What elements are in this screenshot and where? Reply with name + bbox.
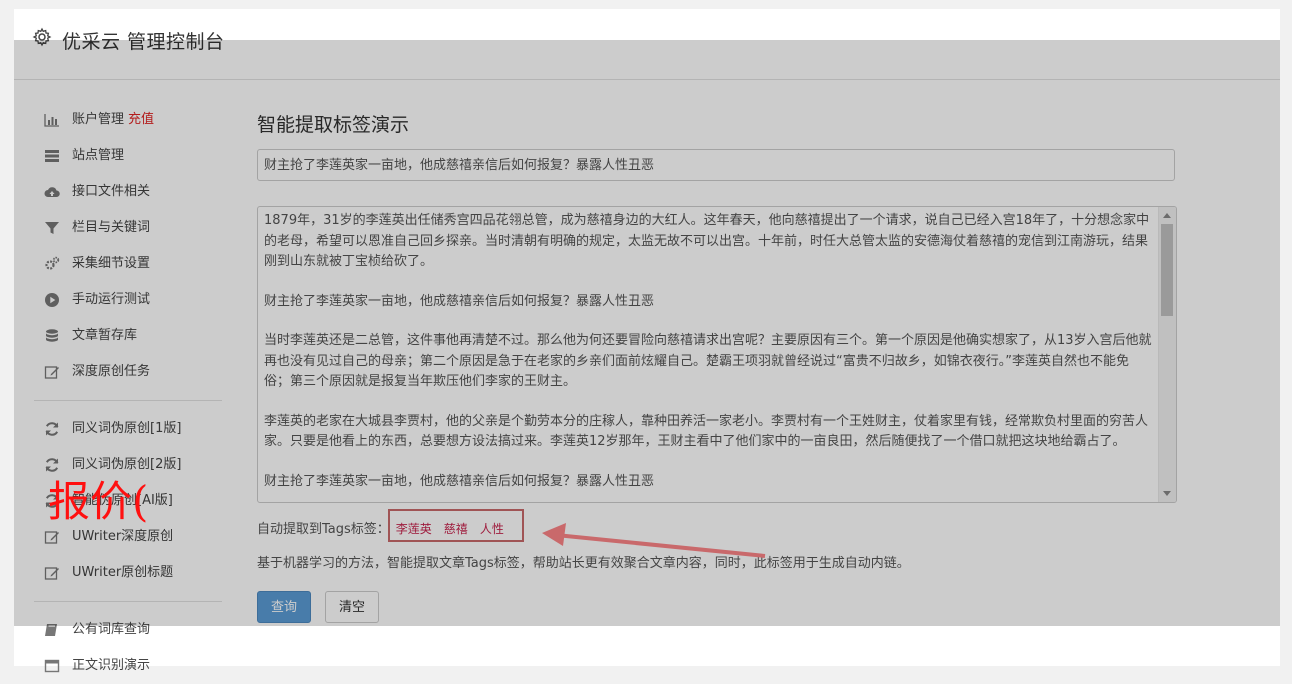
query-button[interactable]: 查询 xyxy=(257,591,311,623)
scroll-down-arrow-icon[interactable] xyxy=(1163,491,1171,496)
sidebar-item-synonym-v1[interactable]: 同义词伪原创[1版] xyxy=(34,411,224,447)
sidebar-item-label: 同义词伪原创[2版] xyxy=(72,457,182,472)
sidebar-item-label: 站点管理 xyxy=(72,148,125,163)
sidebar-item-label: 账户管理 xyxy=(72,112,125,127)
sidebar-item-manual-test[interactable]: 手动运行测试 xyxy=(34,282,224,318)
sidebar-item-label: UWriter深度原创 xyxy=(72,529,174,544)
content-scrollbar[interactable] xyxy=(1158,207,1176,502)
sidebar-item-collection-settings[interactable]: 采集细节设置 xyxy=(34,246,224,282)
tags-label: 自动提取到Tags标签： xyxy=(257,522,390,537)
sidebar: 账户管理 充值 站点管理 接口文件相关 栏目与关键词 采集细节设置 手动运行测试 … xyxy=(34,102,224,684)
sidebar-item-sites[interactable]: 站点管理 xyxy=(34,138,224,174)
article-content-textarea[interactable]: 1879年，31岁的李莲英出任储秀宫四品花翎总管，成为慈禧身边的大红人。这年春天… xyxy=(257,206,1177,503)
sidebar-item-label: 文章暂存库 xyxy=(72,328,138,343)
sidebar-divider xyxy=(34,601,222,602)
content-paragraph: 李莲英的老家在大城县李贾村，他的父亲是个勤劳本分的庄稼人，靠种田养活一家老小。李… xyxy=(264,413,1149,450)
page-title: 智能提取标签演示 xyxy=(257,114,410,136)
database-icon xyxy=(46,329,58,342)
edit-icon xyxy=(44,567,59,580)
sidebar-item-label: 采集细节设置 xyxy=(72,256,151,271)
scroll-thumb[interactable] xyxy=(1161,224,1173,316)
sidebar-item-text-recognition[interactable]: 正文识别演示 xyxy=(34,648,224,684)
article-content-text: 1879年，31岁的李莲英出任储秀宫四品花翎总管，成为慈禧身边的大红人。这年春天… xyxy=(264,211,1154,502)
sidebar-item-columns-keywords[interactable]: 栏目与关键词 xyxy=(34,210,224,246)
refresh-icon xyxy=(45,422,59,436)
sidebar-item-label: 深度原创任务 xyxy=(72,364,151,379)
content-paragraph: 1879年，31岁的李莲英出任储秀宫四品花翎总管，成为慈禧身边的大红人。这年春天… xyxy=(264,213,1150,269)
sidebar-item-label: 手动运行测试 xyxy=(72,292,151,307)
sidebar-item-deep-original[interactable]: 深度原创任务 xyxy=(34,354,224,390)
tags-description: 基于机器学习的方法，智能提取文章Tags标签，帮助站长更有效聚合文章内容，同时，… xyxy=(257,556,910,571)
cloud-upload-icon xyxy=(44,187,60,197)
gear-icon xyxy=(32,27,52,47)
console-page: 优采云 管理控制台 账户管理 充值 站点管理 接口文件相关 栏目与关键词 采集细节… xyxy=(14,9,1280,673)
sidebar-item-public-lexicon[interactable]: 公有词库查询 xyxy=(34,612,224,648)
price-annotation: 报价( xyxy=(48,477,149,526)
edit-icon xyxy=(44,366,59,379)
gears-icon xyxy=(45,256,60,270)
sidebar-item-article-storage[interactable]: 文章暂存库 xyxy=(34,318,224,354)
sidebar-item-account[interactable]: 账户管理 充值 xyxy=(34,102,224,138)
article-title-input[interactable]: 财主抢了李莲英家一亩地，他成慈禧亲信后如何报复？暴露人性丑恶 xyxy=(257,149,1175,181)
window-icon xyxy=(44,659,60,673)
sidebar-item-label: 同义词伪原创[1版] xyxy=(72,421,182,436)
play-circle-icon xyxy=(45,293,59,307)
scroll-up-arrow-icon[interactable] xyxy=(1163,213,1171,218)
sidebar-item-label: 栏目与关键词 xyxy=(72,220,151,235)
sidebar-item-label: UWriter原创标题 xyxy=(72,565,174,580)
content-paragraph: 财主抢了李莲英家一亩地，他成慈禧亲信后如何报复？暴露人性丑恶 xyxy=(264,293,655,309)
book-icon xyxy=(45,624,57,636)
bar-chart-icon xyxy=(44,114,59,127)
clear-button[interactable]: 清空 xyxy=(325,591,379,623)
filter-icon xyxy=(45,222,59,234)
list-icon xyxy=(45,150,59,162)
header-bar: 优采云 管理控制台 xyxy=(14,9,1280,80)
sidebar-item-label: 公有词库查询 xyxy=(72,622,151,637)
edit-icon xyxy=(44,531,59,544)
recharge-link[interactable]: 充值 xyxy=(128,112,154,127)
sidebar-divider xyxy=(34,400,222,401)
sidebar-item-label: 接口文件相关 xyxy=(72,184,151,199)
content-paragraph: 当时李莲英还是二总管，这件事他再清楚不过。那么他为何还要冒险向慈禧请求出宫呢？主… xyxy=(264,333,1152,389)
content-paragraph: 财主抢了李莲英家一亩地，他成慈禧亲信后如何报复？暴露人性丑恶 xyxy=(264,473,655,489)
app-title: 优采云 管理控制台 xyxy=(62,31,225,53)
sidebar-item-interface-files[interactable]: 接口文件相关 xyxy=(34,174,224,210)
refresh-icon xyxy=(45,458,59,472)
sidebar-item-uwriter-title[interactable]: UWriter原创标题 xyxy=(34,555,224,591)
tags-highlight-box xyxy=(388,509,524,542)
